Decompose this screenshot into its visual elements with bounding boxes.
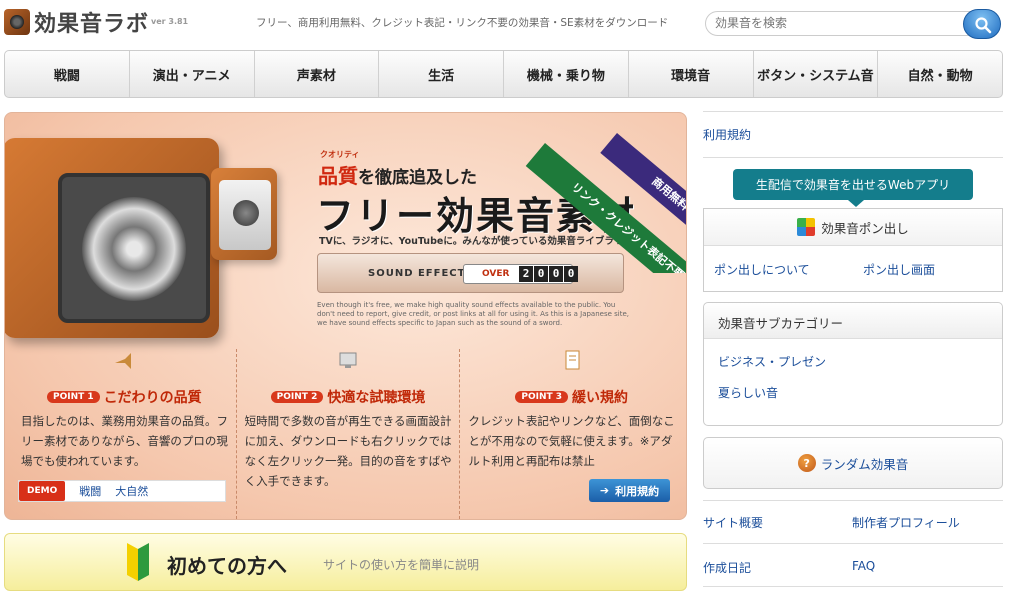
nav-item-battle[interactable]: 戦闘 xyxy=(5,51,130,97)
terms-button[interactable]: ➔ 利用規約 xyxy=(589,479,670,502)
site-logo[interactable]: 効果音ラボ xyxy=(4,6,149,38)
point-title: 緩い規約 xyxy=(572,390,629,406)
nav-item-nature[interactable]: 自然・動物 xyxy=(878,51,1002,97)
diary-link[interactable]: 作成日記 xyxy=(703,559,751,576)
point-badge: POINT 2 xyxy=(270,391,324,403)
profile-link[interactable]: 制作者プロフィール xyxy=(852,514,960,531)
header: 効果音ラボ ver 3.81 フリー、商用利用無料、クレジット表記・リンク不要の… xyxy=(0,0,1018,46)
divider xyxy=(703,543,1003,544)
monitor-icon xyxy=(339,352,357,368)
search-icon xyxy=(975,17,992,34)
random-sound-button[interactable]: ? ランダム効果音 xyxy=(703,437,1003,489)
small-speaker-illustration xyxy=(211,168,277,260)
se-label: SOUND EFFECTS xyxy=(368,267,474,279)
subcategory-box: 効果音サブカテゴリー ビジネス・プレゼン 夏らしい音 xyxy=(703,302,1003,426)
trumpet-icon xyxy=(115,353,132,369)
nav-item-machine[interactable]: 機械・乗り物 xyxy=(504,51,629,97)
quality-ruby: クオリティ xyxy=(320,150,360,159)
site-tagline: フリー、商用利用無料、クレジット表記・リンク不要の効果音・SE素材をダウンロード xyxy=(256,17,669,29)
grid-icon xyxy=(797,218,816,236)
point-body: 短時間で多数の音が再生できる画面設計に加え、ダウンロードも右クリックではなく左ク… xyxy=(244,414,452,488)
nav-item-life[interactable]: 生活 xyxy=(379,51,504,97)
arrow-icon: ➔ xyxy=(599,484,610,497)
pon-screen-link[interactable]: ポン出し画面 xyxy=(863,261,935,278)
logo-text: 効果音ラボ xyxy=(34,12,150,37)
ribbon-no-credit: リンク・クレジット表記不要 xyxy=(525,143,686,273)
terms-link[interactable]: 利用規約 xyxy=(703,126,751,143)
random-label: ランダム効果音 xyxy=(820,456,909,472)
speaker-logo-icon xyxy=(4,9,30,35)
corner-ribbons: リンク・クレジット表記不要 商用無料 xyxy=(505,113,686,273)
first-time-banner[interactable]: 初めての方へ サイトの使い方を簡単に説明 xyxy=(4,533,687,591)
first-time-title: 初めての方へ xyxy=(167,554,287,578)
divider xyxy=(703,586,1003,587)
demo-link-nature[interactable]: 大自然 xyxy=(115,483,148,499)
nav-item-button-system[interactable]: ボタン・システム音 xyxy=(754,51,879,97)
demo-tag: DEMO xyxy=(19,481,66,501)
category-nav: 戦闘 演出・アニメ 声素材 生活 機械・乗り物 環境音 ボタン・システム音 自然… xyxy=(4,50,1003,98)
nav-item-voice[interactable]: 声素材 xyxy=(255,51,380,97)
english-copy: Even though it's free, we make high qual… xyxy=(317,301,630,327)
subcat-link-summer[interactable]: 夏らしい音 xyxy=(718,384,778,401)
document-icon xyxy=(565,350,580,370)
divider xyxy=(703,111,1003,112)
terms-button-label: 利用規約 xyxy=(615,484,660,498)
demo-bar: DEMO 戦闘 大自然 xyxy=(18,480,226,502)
nav-item-environment[interactable]: 環境音 xyxy=(629,51,754,97)
point-title: 快適な試聴環境 xyxy=(327,390,426,406)
version-label: ver 3.81 xyxy=(151,17,189,26)
point-title: こだわりの品質 xyxy=(103,390,202,406)
search-box xyxy=(705,9,1001,39)
demo-link-battle[interactable]: 戦闘 xyxy=(79,483,101,499)
first-time-subtitle: サイトの使い方を簡単に説明 xyxy=(323,558,480,572)
question-icon: ? xyxy=(797,454,816,472)
speaker-illustration xyxy=(5,138,219,338)
site-overview-link[interactable]: サイト概要 xyxy=(703,514,763,531)
nav-item-anime[interactable]: 演出・アニメ xyxy=(130,51,255,97)
webapp-button[interactable]: 生配信で効果音を出せるWebアプリ xyxy=(733,169,973,207)
point-badge: POINT 3 xyxy=(515,391,569,403)
divider xyxy=(703,500,1003,501)
point-body: 目指したのは、業務用効果音の品質。フリー素材でありながら、音響のプロの現場でも使… xyxy=(21,414,228,468)
subcategory-title: 効果音サブカテゴリー xyxy=(704,303,1002,339)
search-input[interactable] xyxy=(715,16,955,30)
page: 効果音ラボ ver 3.81 フリー、商用利用無料、クレジット表記・リンク不要の… xyxy=(0,0,1018,592)
divider xyxy=(703,157,1003,158)
point-badge: POINT 1 xyxy=(47,391,100,403)
point-body: クレジット表記やリンクなど、面倒なことが不用なので気軽に使えます。※アダルト利用… xyxy=(468,414,675,468)
beginner-mark-icon xyxy=(127,543,149,581)
pon-title: 効果音ポン出し xyxy=(821,220,909,236)
pon-about-link[interactable]: ポン出しについて xyxy=(714,261,810,278)
knob-icon xyxy=(233,200,259,226)
point-listening: POINT 2 快適な試聴環境 短時間で多数の音が再生できる画面設計に加え、ダウン… xyxy=(237,349,461,519)
pon-dashi-box: 効果音ポン出し ポン出しについて ポン出し画面 xyxy=(703,208,1003,292)
search-button[interactable] xyxy=(963,9,1001,39)
hero-banner: クオリティ 品質を徹底追及した フリー効果音素材 TVに、ラジオに、YouTub… xyxy=(4,112,687,520)
subcat-link-business[interactable]: ビジネス・プレゼン xyxy=(718,353,826,370)
faq-link[interactable]: FAQ xyxy=(852,559,875,573)
